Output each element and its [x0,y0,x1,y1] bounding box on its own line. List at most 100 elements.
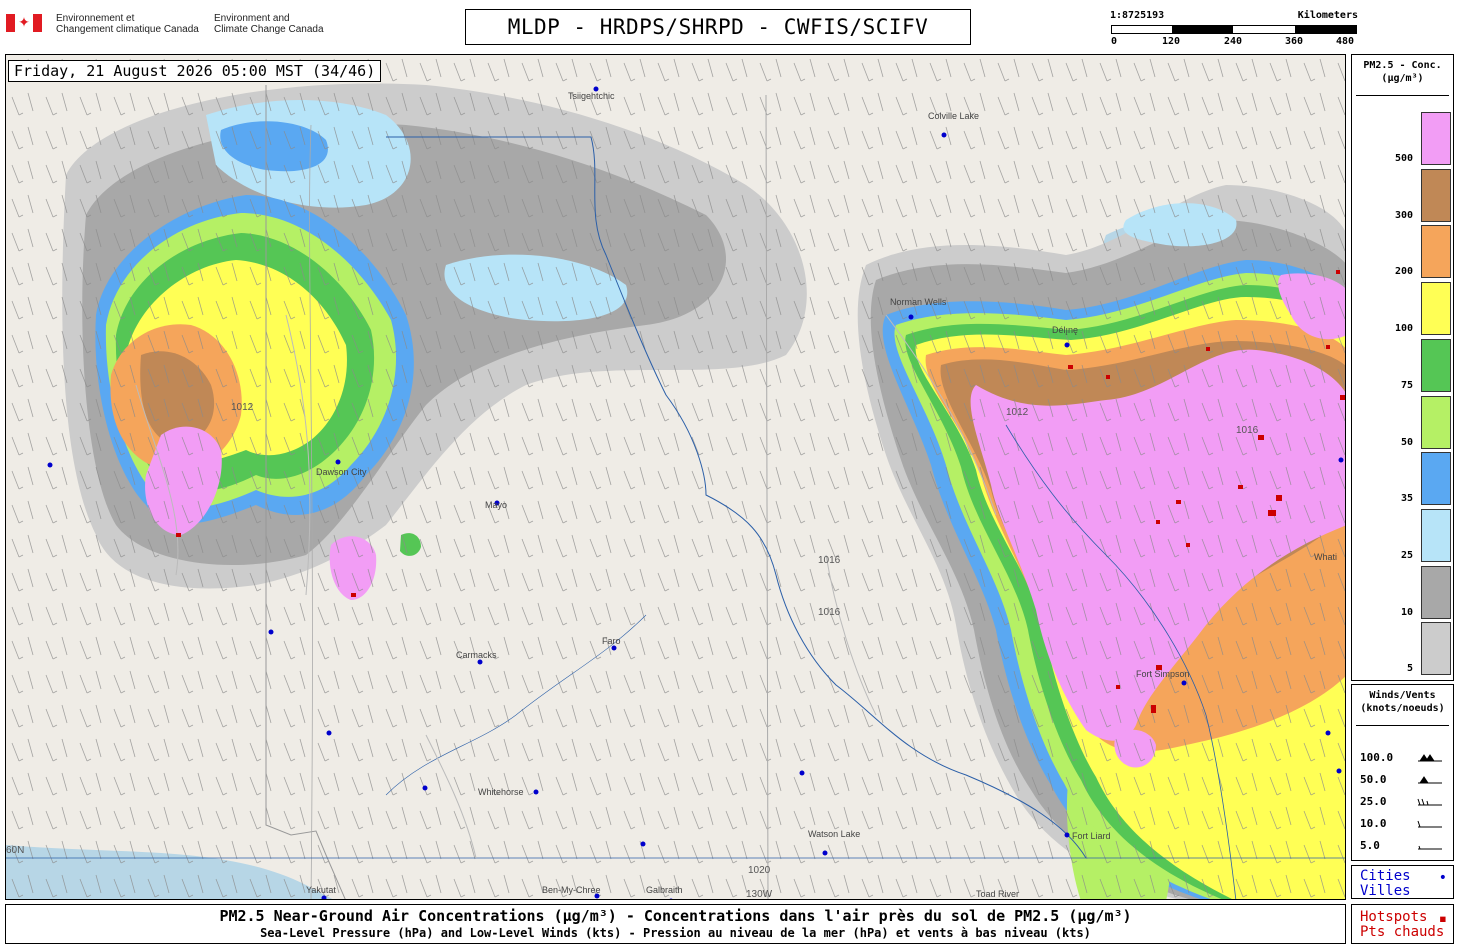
hotspot-marker [1116,685,1120,689]
city-label: Whati [1314,552,1337,562]
wind-barb-icon [1417,798,1442,806]
isobar-label: 1012 [231,402,254,413]
caption-line-1: PM2.5 Near-Ground Air Concentrations (µg… [219,907,1132,925]
department-name-fr: Environnement et Changement climatique C… [56,13,199,35]
legend-swatch [1421,565,1451,619]
canada-flag-icon: ✦ [6,14,42,32]
city-label: Mayo [485,500,507,510]
hotspot-marker [1340,395,1345,400]
isobar-label: 1016 [1236,425,1259,436]
scale-ratio: 1:8725193 [1110,10,1165,21]
wind-barb-icon [1418,776,1442,784]
map-canvas: Tsiigehtchic Colville Lake Norman Wells … [6,55,1345,900]
legend-swatch [1421,508,1451,562]
hotspot-marker [1238,485,1243,489]
legend-swatch [1421,338,1451,392]
legend-bin-label: 10 [1400,606,1413,618]
city-label: Galbraith [646,885,683,895]
wind-barb-icon [1417,820,1442,828]
isobar-label: 1012 [1006,407,1029,418]
scale-tick: 0 [1110,36,1118,47]
city-label: Norman Wells [890,297,947,307]
wind-barb-icon [1418,845,1442,850]
hotspot-marker [1176,500,1181,504]
wind-legend-title: Winds/Vents (knots/noeuds) [1360,690,1445,714]
city-dot-icon: • [1438,870,1447,886]
isobar-label: 1020 [748,865,771,876]
legend-bin-label: 75 [1400,379,1413,391]
map-panel[interactable]: Tsiigehtchic Colville Lake Norman Wells … [5,54,1346,900]
hotspot-marker [1186,543,1190,547]
legend-swatch [1421,452,1451,506]
wind-legend-row: 50.0 [1360,773,1450,787]
hotspots-legend: Hotspots Pts chauds ▪ [1351,904,1454,944]
pm25-legend: PM2.5 - Conc. (µg/m³) 500 300 200 100 75 50 35… [1351,54,1454,681]
legend-bin-label: 200 [1394,266,1413,278]
map-caption: PM2.5 Near-Ground Air Concentrations (µg… [5,904,1346,944]
page-title: MLDP - HRDPS/SHRPD - CWFIS/SCIFV [465,9,971,45]
legend-swatch [1421,282,1451,336]
wind-barb-icon [1418,754,1442,762]
scale-tick: 240 [1223,36,1243,47]
forecast-timestamp: Friday, 21 August 2026 05:00 MST (34/46) [8,60,382,82]
city-label: Tsiigehtchic [568,91,615,101]
city-label: Fort Simpson [1136,669,1190,679]
legend-bin-label: 50 [1400,436,1413,448]
city-label: Délı̨nę [1052,325,1078,335]
city-label: Ben-My-Chree [542,885,601,895]
scale-tick: 360 [1284,36,1304,47]
meridian-label: 130W [746,889,773,900]
wind-legend: Winds/Vents (knots/noeuds) 100.0 50.0 25… [1351,684,1454,861]
hotspot-marker [1268,510,1276,516]
cities-label-en: Cities [1360,868,1411,884]
city-label: Colville Lake [928,111,979,121]
legend-bin-label: 100 [1394,323,1413,335]
hotspot-marker [1276,495,1282,501]
hotspot-marker [1156,520,1160,524]
wind-legend-row: 10.0 [1360,817,1450,831]
contour-label: 60N [6,845,24,856]
wind-legend-row: 25.0 [1360,795,1450,809]
isobar-label: 1016 [818,555,841,566]
legend-bin-label: 5 [1406,663,1413,675]
scale-units: Kilometers [1297,10,1358,21]
city-label: Faro [602,636,621,646]
city-label: Fort Liard [1072,831,1111,841]
legend-bin-label: 25 [1400,549,1413,561]
legend-swatch [1421,395,1451,449]
cities-label-fr: Villes [1360,883,1411,899]
eccc-logo: ✦ Environnement et Changement climatique… [6,12,336,42]
hotspot-marker [1106,375,1110,379]
hotspot-marker [1151,705,1156,713]
city-label: Watson Lake [808,829,860,839]
legend-swatch [1421,112,1451,165]
hotspot-square-icon: ▪ [1438,911,1447,927]
legend-swatch [1421,225,1451,279]
scale-tick: 120 [1161,36,1181,47]
scale-bar: 1:8725193 Kilometers 0 120 240 360 480 [1110,10,1358,50]
city-label: Whitehorse [478,787,524,797]
hotspot-marker [176,533,181,537]
wind-barbs-layer [6,55,1345,899]
hotspot-marker [1326,345,1330,349]
hotspot-marker [1336,270,1340,274]
cities-legend: Cities Villes • [1351,865,1454,899]
pm25-legend-title: PM2.5 - Conc. (µg/m³) [1363,60,1442,84]
hotspot-marker [351,593,356,597]
hotspot-marker [1068,365,1073,369]
wind-legend-row: 100.0 [1360,751,1450,765]
wind-legend-row: 5.0 [1360,839,1450,853]
isobar-label: 1016 [818,607,841,618]
hotspots-label-en: Hotspots [1360,909,1428,925]
scale-tick: 480 [1335,36,1355,47]
caption-line-2: Sea-Level Pressure (hPa) and Low-Level W… [260,926,1091,940]
legend-swatch [1421,168,1451,222]
legend-bin-label: 300 [1394,209,1413,221]
legend-bin-label: 35 [1400,493,1413,505]
hotspots-label-fr: Pts chauds [1360,924,1445,940]
hotspot-marker [1258,435,1264,440]
city-label: Yakutat [306,885,336,895]
hotspot-marker [1206,347,1210,351]
city-label: Toad River [976,889,1019,899]
city-label: Carmacks [456,650,497,660]
